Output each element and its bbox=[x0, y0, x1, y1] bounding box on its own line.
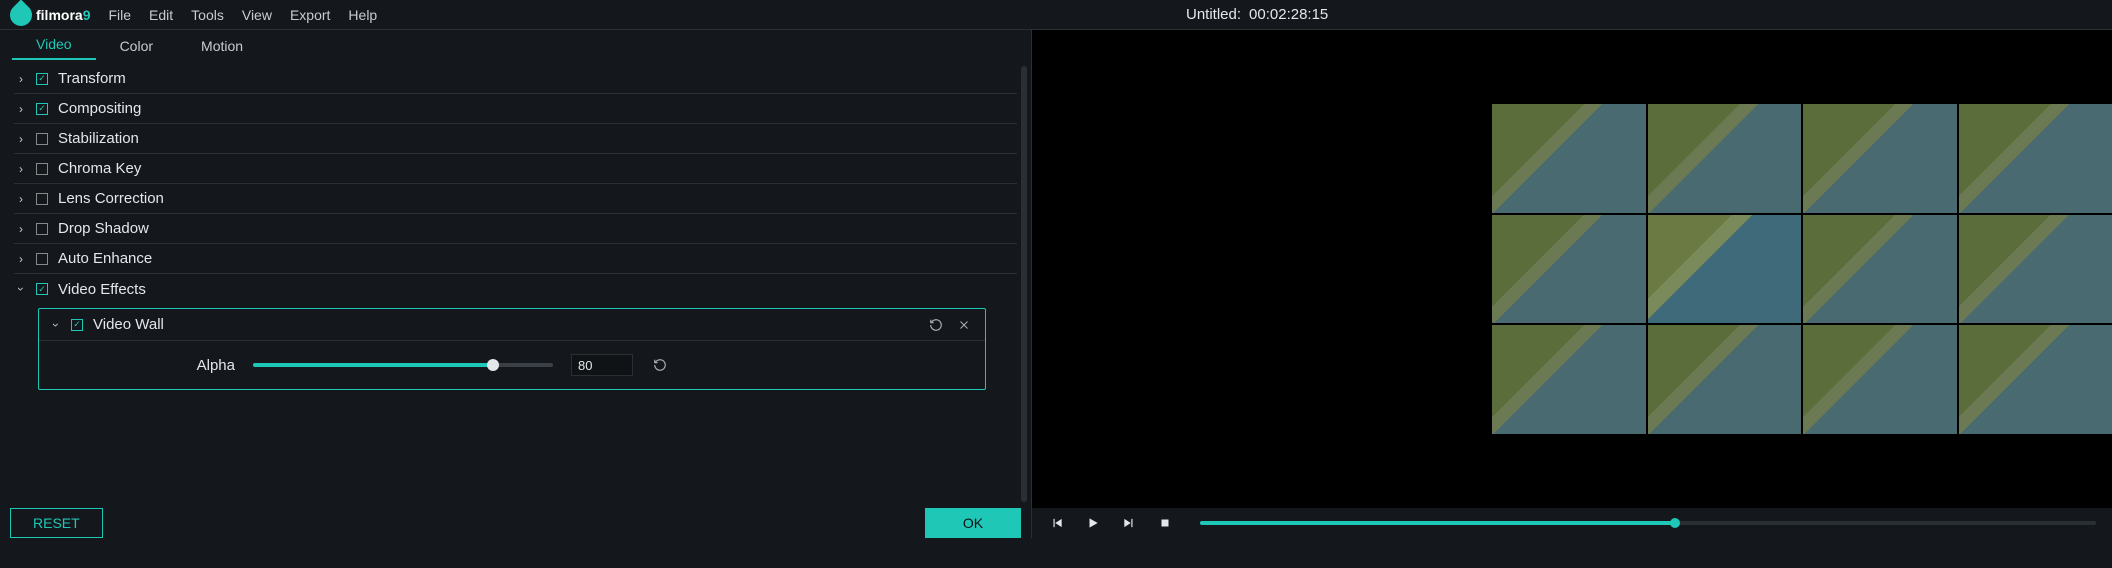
chevron-right-icon: › bbox=[16, 252, 26, 266]
acc-chroma-key[interactable]: › Chroma Key bbox=[14, 154, 1017, 184]
acc-label: Video Effects bbox=[58, 281, 146, 298]
param-label: Alpha bbox=[159, 357, 235, 374]
preview-tile bbox=[1803, 215, 1957, 324]
acc-lens-correction[interactable]: › Lens Correction bbox=[14, 184, 1017, 214]
checkbox-compositing[interactable]: ✓ bbox=[36, 103, 48, 115]
preview-tile bbox=[1959, 215, 2112, 324]
preview-tile bbox=[1803, 104, 1957, 213]
menu-view[interactable]: View bbox=[242, 7, 272, 23]
reset-effect-icon[interactable] bbox=[927, 316, 945, 334]
preview-tile bbox=[1492, 104, 1646, 213]
acc-label: Drop Shadow bbox=[58, 220, 149, 237]
reset-button[interactable]: RESET bbox=[10, 508, 103, 538]
main-split: Video Color Motion › ✓ Transform › ✓ Com… bbox=[0, 30, 2112, 538]
acc-compositing[interactable]: › ✓ Compositing bbox=[14, 94, 1017, 124]
chevron-right-icon: › bbox=[16, 102, 26, 116]
project-timecode: 00:02:28:15 bbox=[1249, 6, 1328, 23]
alpha-slider[interactable] bbox=[253, 363, 553, 367]
acc-video-effects[interactable]: › ✓ Video Effects bbox=[14, 274, 1017, 304]
acc-label: Chroma Key bbox=[58, 160, 141, 177]
preview-wrap bbox=[1032, 30, 2112, 508]
app-logo: filmora9 bbox=[10, 4, 90, 26]
preview-tile bbox=[1959, 104, 2112, 213]
effect-video-wall: › ✓ Video Wall Alpha bbox=[38, 308, 986, 390]
preview-tile bbox=[1492, 325, 1646, 434]
accordion-panel: › ✓ Transform › ✓ Compositing › Stabiliz… bbox=[0, 60, 1031, 508]
effect-label: Video Wall bbox=[93, 316, 164, 333]
chevron-right-icon: › bbox=[16, 192, 26, 206]
preview-pane bbox=[1032, 30, 2112, 538]
scrollbar[interactable] bbox=[1021, 66, 1027, 502]
close-icon[interactable] bbox=[955, 316, 973, 334]
acc-label: Compositing bbox=[58, 100, 141, 117]
reset-param-icon[interactable] bbox=[651, 356, 669, 374]
video-preview bbox=[1492, 104, 2112, 434]
slider-thumb[interactable] bbox=[487, 359, 499, 371]
preview-tile bbox=[1648, 215, 1802, 324]
app-name-text: filmora bbox=[36, 7, 83, 23]
project-title-block: Untitled: 00:02:28:15 bbox=[1186, 6, 1328, 23]
checkbox-auto-enhance[interactable] bbox=[36, 253, 48, 265]
bottom-bar: RESET OK bbox=[0, 508, 1031, 538]
menu-export[interactable]: Export bbox=[290, 7, 330, 23]
playback-progress[interactable] bbox=[1200, 521, 2096, 525]
menu-items: File Edit Tools View Export Help bbox=[108, 7, 377, 23]
acc-label: Transform bbox=[58, 70, 126, 87]
checkbox-stabilization[interactable] bbox=[36, 133, 48, 145]
checkbox-video-effects[interactable]: ✓ bbox=[36, 283, 48, 295]
alpha-input[interactable] bbox=[571, 354, 633, 376]
preview-tile bbox=[1959, 325, 2112, 434]
acc-label: Lens Correction bbox=[58, 190, 164, 207]
chevron-right-icon: › bbox=[16, 132, 26, 146]
param-row-alpha: Alpha bbox=[39, 341, 985, 389]
play-button[interactable] bbox=[1084, 514, 1102, 532]
preview-tile bbox=[1492, 215, 1646, 324]
chevron-right-icon: › bbox=[16, 162, 26, 176]
transport-bar bbox=[1032, 508, 2112, 538]
menu-help[interactable]: Help bbox=[348, 7, 377, 23]
menu-edit[interactable]: Edit bbox=[149, 7, 173, 23]
project-name: Untitled: bbox=[1186, 6, 1241, 23]
effect-header[interactable]: › ✓ Video Wall bbox=[39, 309, 985, 341]
acc-transform[interactable]: › ✓ Transform bbox=[14, 64, 1017, 94]
checkbox-drop-shadow[interactable] bbox=[36, 223, 48, 235]
acc-label: Auto Enhance bbox=[58, 250, 152, 267]
progress-thumb[interactable] bbox=[1670, 518, 1680, 528]
preview-tile bbox=[1648, 104, 1802, 213]
preview-tile bbox=[1648, 325, 1802, 434]
acc-auto-enhance[interactable]: › Auto Enhance bbox=[14, 244, 1017, 274]
menu-tools[interactable]: Tools bbox=[191, 7, 224, 23]
app-name: filmora9 bbox=[36, 7, 90, 23]
preview-tile bbox=[1803, 325, 1957, 434]
tab-video[interactable]: Video bbox=[12, 30, 96, 60]
step-back-button[interactable] bbox=[1048, 514, 1066, 532]
acc-label: Stabilization bbox=[58, 130, 139, 147]
acc-stabilization[interactable]: › Stabilization bbox=[14, 124, 1017, 154]
effect-tabs: Video Color Motion bbox=[0, 30, 1031, 60]
checkbox-transform[interactable]: ✓ bbox=[36, 73, 48, 85]
checkbox-lens-correction[interactable] bbox=[36, 193, 48, 205]
chevron-right-icon: › bbox=[16, 222, 26, 236]
chevron-right-icon: › bbox=[16, 72, 26, 86]
ok-button[interactable]: OK bbox=[925, 508, 1021, 538]
logo-icon bbox=[5, 0, 36, 30]
tab-color[interactable]: Color bbox=[96, 32, 177, 60]
checkbox-chroma-key[interactable] bbox=[36, 163, 48, 175]
tab-motion[interactable]: Motion bbox=[177, 32, 267, 60]
progress-fill bbox=[1200, 521, 1675, 525]
effect-panel: Video Color Motion › ✓ Transform › ✓ Com… bbox=[0, 30, 1032, 538]
checkbox-video-wall[interactable]: ✓ bbox=[71, 319, 83, 331]
step-forward-button[interactable] bbox=[1120, 514, 1138, 532]
stop-button[interactable] bbox=[1156, 514, 1174, 532]
acc-drop-shadow[interactable]: › Drop Shadow bbox=[14, 214, 1017, 244]
chevron-down-icon: › bbox=[14, 284, 28, 294]
menu-file[interactable]: File bbox=[108, 7, 131, 23]
slider-fill bbox=[253, 363, 493, 367]
chevron-down-icon: › bbox=[49, 320, 63, 330]
app-version: 9 bbox=[83, 7, 91, 23]
menubar: filmora9 File Edit Tools View Export Hel… bbox=[0, 0, 2112, 30]
